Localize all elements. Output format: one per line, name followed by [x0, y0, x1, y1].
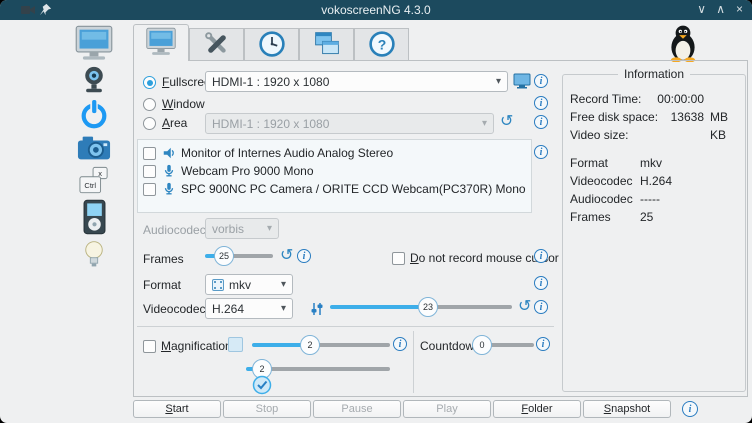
stop-button: Stop [223, 400, 311, 418]
titlebar: vokoscreenNG 4.3.0 ∨ ∧ × [0, 0, 752, 20]
tips-lightbulb-icon[interactable] [83, 239, 105, 270]
tab-schedule[interactable] [244, 28, 299, 61]
tab-pane [133, 60, 748, 397]
tab-screen[interactable] [133, 24, 189, 61]
play-button: Play [403, 400, 491, 418]
sidebar: xCtrl [58, 25, 130, 274]
clock-icon [258, 30, 286, 61]
app-window: vokoscreenNG 4.3.0 ∨ ∧ × xCtrl [0, 0, 752, 423]
window-title: vokoscreenNG 4.3.0 [0, 0, 752, 20]
hotkeys-ctrl-icon[interactable]: xCtrl [79, 166, 109, 195]
help-icon: ? [368, 30, 396, 61]
minimize-icon[interactable]: ∨ [697, 0, 706, 20]
tools-icon [203, 30, 231, 61]
svg-text:Ctrl: Ctrl [84, 181, 96, 190]
media-player-icon[interactable] [83, 199, 106, 235]
close-icon[interactable]: × [736, 0, 743, 20]
screen-icon[interactable] [74, 25, 114, 61]
svg-text:?: ? [377, 36, 386, 52]
snapshot-button[interactable]: Snapshot [583, 400, 671, 418]
power-icon[interactable] [79, 99, 109, 130]
information-title: Information [562, 67, 746, 81]
windows-icon [313, 30, 341, 61]
tab-tools[interactable] [189, 28, 244, 61]
bottombar-info-icon[interactable] [682, 401, 698, 417]
screen-tab-icon [145, 27, 177, 59]
start-button[interactable]: Start [133, 400, 221, 418]
camera-icon[interactable] [77, 134, 111, 162]
tab-help[interactable]: ? [354, 28, 409, 61]
bottom-bar: Start Stop Pause Play Folder Snapshot [133, 400, 698, 418]
pause-button: Pause [313, 400, 401, 418]
webcam-icon[interactable] [80, 65, 108, 95]
folder-button[interactable]: Folder [493, 400, 581, 418]
maximize-icon[interactable]: ∧ [716, 0, 725, 20]
tux-penguin-logo [664, 24, 702, 65]
tab-panels[interactable] [299, 28, 354, 61]
